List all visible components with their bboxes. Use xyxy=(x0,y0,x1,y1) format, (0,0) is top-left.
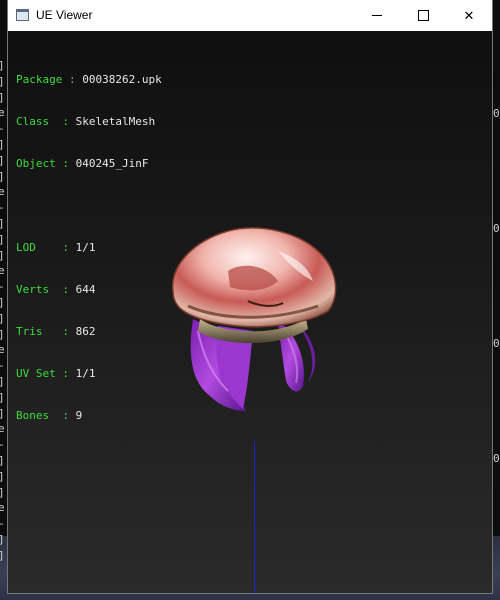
render-viewport[interactable]: Package : 00038262.upk Class : SkeletalM… xyxy=(8,31,492,593)
background-glyph: 0 xyxy=(493,337,500,350)
app-window-icon xyxy=(16,9,29,21)
background-glyph: e xyxy=(0,422,5,436)
background-glyph: ] xyxy=(0,376,8,392)
info-row-class: Class : SkeletalMesh xyxy=(16,115,156,128)
axis-line xyxy=(254,441,255,593)
background-glyph: e xyxy=(0,343,5,357)
background-glyph: - xyxy=(0,439,8,455)
background-glyph: - xyxy=(0,281,8,297)
info-row-uvset: UV Set : 1/1 xyxy=(16,367,96,380)
skeletal-mesh-model xyxy=(172,227,337,411)
window-title: UE Viewer xyxy=(36,8,93,22)
background-glyph: ] xyxy=(0,391,8,408)
background-glyph: ] xyxy=(0,170,8,187)
background-glyph: e xyxy=(0,264,5,278)
background-glyph: ] xyxy=(0,312,8,329)
background-glyph: 0 xyxy=(493,452,500,465)
background-glyph: e xyxy=(0,185,5,199)
info-row-verts: Verts : 644 xyxy=(16,283,96,296)
background-glyph: ] xyxy=(0,91,8,108)
background-glyph: ] xyxy=(0,233,8,250)
background-glyph: e xyxy=(0,501,5,515)
background-glyph: - xyxy=(0,202,8,218)
maximize-icon xyxy=(417,10,429,21)
background-glyph: ] xyxy=(0,218,8,234)
info-row-lod: LOD : 1/1 xyxy=(16,241,96,254)
background-glyph: ] xyxy=(0,139,8,155)
background-glyph: ] xyxy=(0,486,8,503)
close-button[interactable]: ✕ xyxy=(446,0,492,31)
background-glyph: ] xyxy=(0,60,8,76)
minimize-icon xyxy=(372,15,382,16)
background-glyph: ] xyxy=(0,470,8,487)
background-glyph: ] xyxy=(0,297,8,313)
background-glyph: ] xyxy=(0,154,8,171)
minimize-button[interactable] xyxy=(354,0,400,31)
maximize-button[interactable] xyxy=(400,0,446,31)
title-bar[interactable]: UE Viewer ✕ xyxy=(8,0,492,31)
background-glyph: ] xyxy=(0,549,8,566)
background-glyph: - xyxy=(0,360,8,376)
background-glyph: 0 xyxy=(493,107,500,120)
background-glyph: ] xyxy=(0,533,8,550)
background-glyph: ] xyxy=(0,407,8,424)
background-right-glyphs: 0 0 0 0 xyxy=(493,108,500,568)
background-glyph: - xyxy=(0,123,8,139)
info-row-object: Object : 040245_JinF xyxy=(16,157,149,170)
info-row-tris: Tris : 862 xyxy=(16,325,96,338)
background-glyph: ] xyxy=(0,454,8,471)
background-glyph: ] xyxy=(0,249,8,266)
background-glyph: e xyxy=(0,106,5,120)
background-left-glyphs: ]]]e-]]]e-]]]e-]]]e-]]]e-]]]e-]] xyxy=(0,60,8,566)
background-glyph: ] xyxy=(0,328,8,345)
mesh-info-overlay: Package : 00038262.upk Class : SkeletalM… xyxy=(16,45,162,451)
info-row-bones: Bones : 9 xyxy=(16,409,83,422)
info-row-package: Package : 00038262.upk xyxy=(16,73,162,86)
background-glyph: - xyxy=(0,518,8,534)
background-glyph: ] xyxy=(0,75,8,92)
close-icon: ✕ xyxy=(463,7,475,23)
ue-viewer-window[interactable]: UE Viewer ✕ Package : 00038262.upk Class… xyxy=(8,0,492,593)
background-glyph: 0 xyxy=(493,222,500,235)
